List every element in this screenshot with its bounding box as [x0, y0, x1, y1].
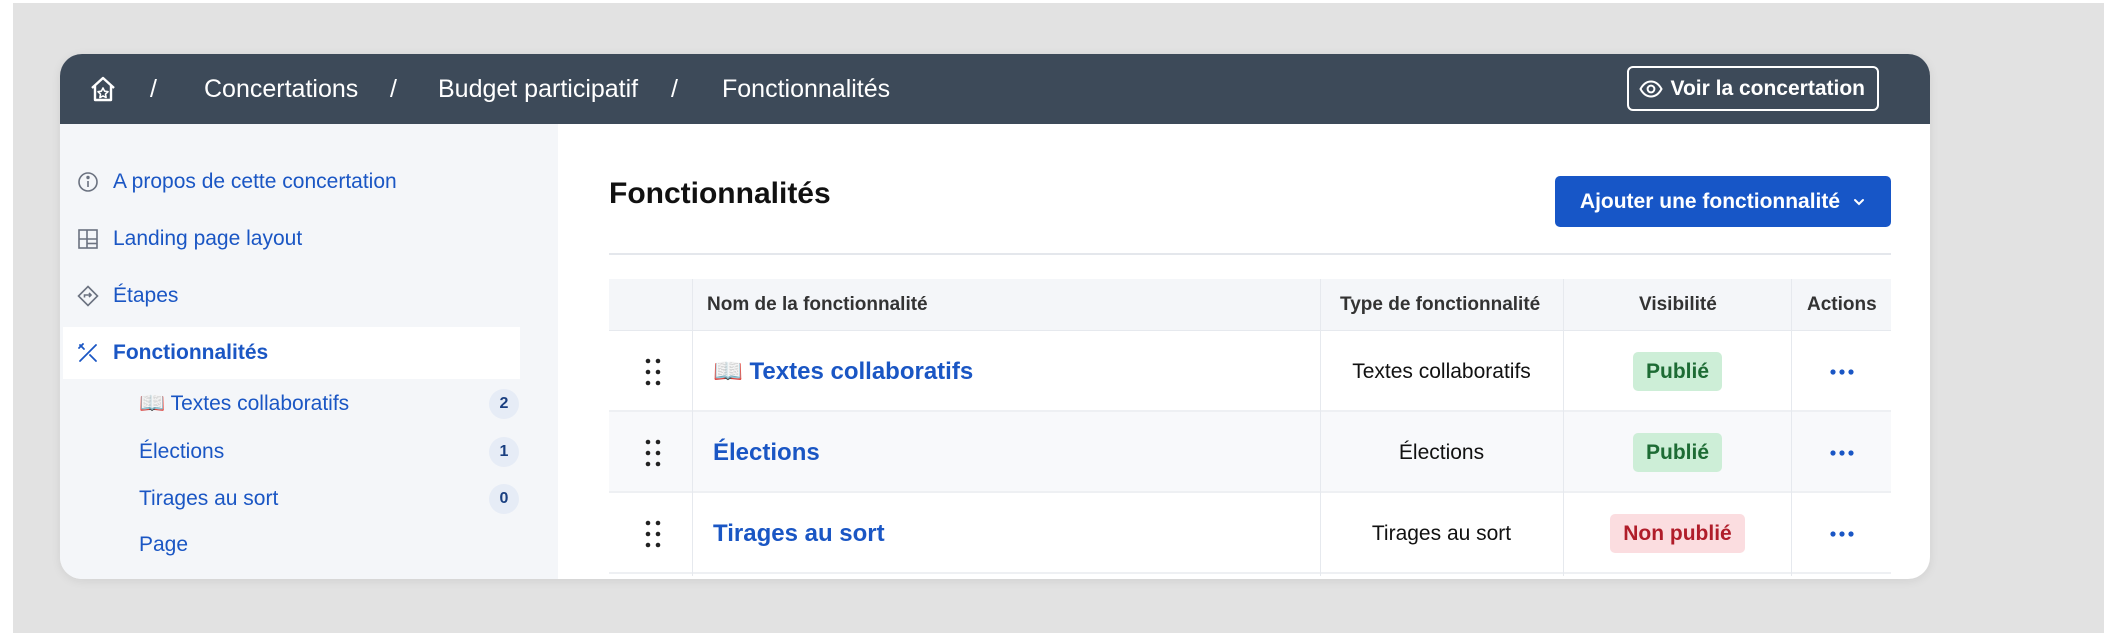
table-row: Élections Élections Publié	[609, 412, 1891, 493]
breadcrumb-fonctionnalites: Fonctionnalités	[722, 75, 891, 103]
column-divider	[692, 279, 693, 576]
more-horizontal-icon	[1829, 530, 1854, 537]
column-header-visibility: Visibilité	[1639, 294, 1717, 315]
visibility-cell: Publié	[1564, 412, 1791, 493]
breadcrumb-separator: /	[150, 75, 157, 103]
page-title: Fonctionnalités	[609, 177, 831, 210]
sidebar-subitem-label: 📖 Textes collaboratifs	[139, 392, 350, 415]
row-actions-button[interactable]	[1792, 412, 1891, 493]
sidebar-subitem-label: Page	[139, 533, 189, 556]
feature-type: Textes collaboratifs	[1352, 360, 1531, 383]
drag-handle-icon[interactable]	[643, 357, 663, 387]
divider	[609, 253, 1891, 255]
sidebar-item-label: Fonctionnalités	[113, 341, 269, 364]
more-horizontal-icon	[1829, 368, 1854, 375]
info-icon	[78, 172, 98, 192]
drag-handle-icon[interactable]	[643, 438, 663, 468]
status-badge: Publié	[1632, 352, 1722, 391]
table-header: Nom de la fonctionnalité Type de fonctio…	[609, 279, 1891, 331]
view-concertation-label: Voir la concertation	[1670, 76, 1866, 100]
backdrop: / Concertations / Budget participatif / …	[13, 3, 2104, 633]
table-row: 📖 Textes collaboratifs Textes collaborat…	[609, 331, 1891, 412]
admin-panel: / Concertations / Budget participatif / …	[60, 54, 1930, 579]
sidebar-item-label: Landing page layout	[113, 227, 303, 250]
count-badge: 0	[489, 484, 519, 514]
visibility-cell: Publié	[1564, 331, 1791, 412]
eye-icon	[1638, 79, 1663, 98]
column-divider	[1563, 279, 1564, 576]
count-badge: 2	[489, 389, 519, 419]
breadcrumb-separator: /	[671, 75, 678, 103]
column-divider	[1791, 279, 1792, 576]
sidebar-item-landing-page-layout[interactable]: Landing page layout	[63, 213, 520, 265]
column-header-name: Nom de la fonctionnalité	[707, 294, 928, 315]
sidebar-subitem-label: Élections	[139, 440, 225, 463]
sidebar-subitem-label: Tirages au sort	[139, 487, 279, 510]
sidebar-subitem-textes-collaboratifs[interactable]: 📖 Textes collaboratifs 2	[139, 384, 519, 424]
chevron-down-icon	[1854, 198, 1865, 205]
main-content: Fonctionnalités Ajouter une fonctionnali…	[558, 124, 1930, 579]
add-feature-label: Ajouter une fonctionnalité	[1579, 189, 1841, 213]
view-concertation-button[interactable]: Voir la concertation	[1626, 66, 1879, 111]
sidebar-subitem-page[interactable]: Page	[139, 525, 519, 565]
feature-type: Tirages au sort	[1371, 522, 1512, 545]
breadcrumb-concertations[interactable]: Concertations	[204, 54, 358, 124]
sidebar-item-label: Étapes	[113, 284, 179, 307]
sidebar: A propos de cette concertation Landing p…	[60, 124, 558, 579]
sidebar-subitem-tirages-au-sort[interactable]: Tirages au sort 0	[139, 479, 519, 519]
status-badge: Non publié	[1610, 514, 1745, 553]
layout-icon	[78, 229, 98, 249]
status-badge: Publié	[1632, 433, 1722, 472]
row-actions-button[interactable]	[1792, 493, 1891, 574]
more-horizontal-icon	[1829, 449, 1854, 456]
sidebar-item-about[interactable]: A propos de cette concertation	[63, 156, 520, 208]
column-header-actions: Actions	[1807, 294, 1877, 315]
sidebar-item-etapes[interactable]: Étapes	[63, 270, 520, 322]
table-row: Tirages au sort Tirages au sort Non publ…	[609, 493, 1891, 574]
home-icon[interactable]	[88, 74, 118, 104]
feature-name-link[interactable]: 📖 Textes collaboratifs	[713, 331, 973, 412]
column-divider	[1320, 279, 1321, 576]
drag-handle-icon[interactable]	[643, 519, 663, 549]
breadcrumb-budget-participatif[interactable]: Budget participatif	[438, 54, 638, 124]
add-feature-button[interactable]: Ajouter une fonctionnalité	[1555, 176, 1891, 227]
sidebar-item-fonctionnalites[interactable]: Fonctionnalités	[63, 327, 520, 379]
sidebar-subitem-elections[interactable]: Élections 1	[139, 432, 519, 472]
count-badge: 1	[489, 437, 519, 467]
sidebar-item-label: A propos de cette concertation	[113, 170, 397, 193]
breadcrumb-separator: /	[390, 75, 397, 103]
column-header-type: Type de fonctionnalité	[1340, 294, 1541, 315]
row-actions-button[interactable]	[1792, 331, 1891, 412]
steps-icon	[77, 285, 99, 307]
visibility-cell: Non publié	[1564, 493, 1791, 574]
feature-name-link[interactable]: Élections	[713, 412, 820, 493]
feature-type: Élections	[1398, 441, 1485, 464]
breadcrumb: / Concertations / Budget participatif / …	[60, 54, 1930, 124]
tools-icon	[78, 343, 97, 362]
feature-name-link[interactable]: Tirages au sort	[713, 493, 885, 574]
